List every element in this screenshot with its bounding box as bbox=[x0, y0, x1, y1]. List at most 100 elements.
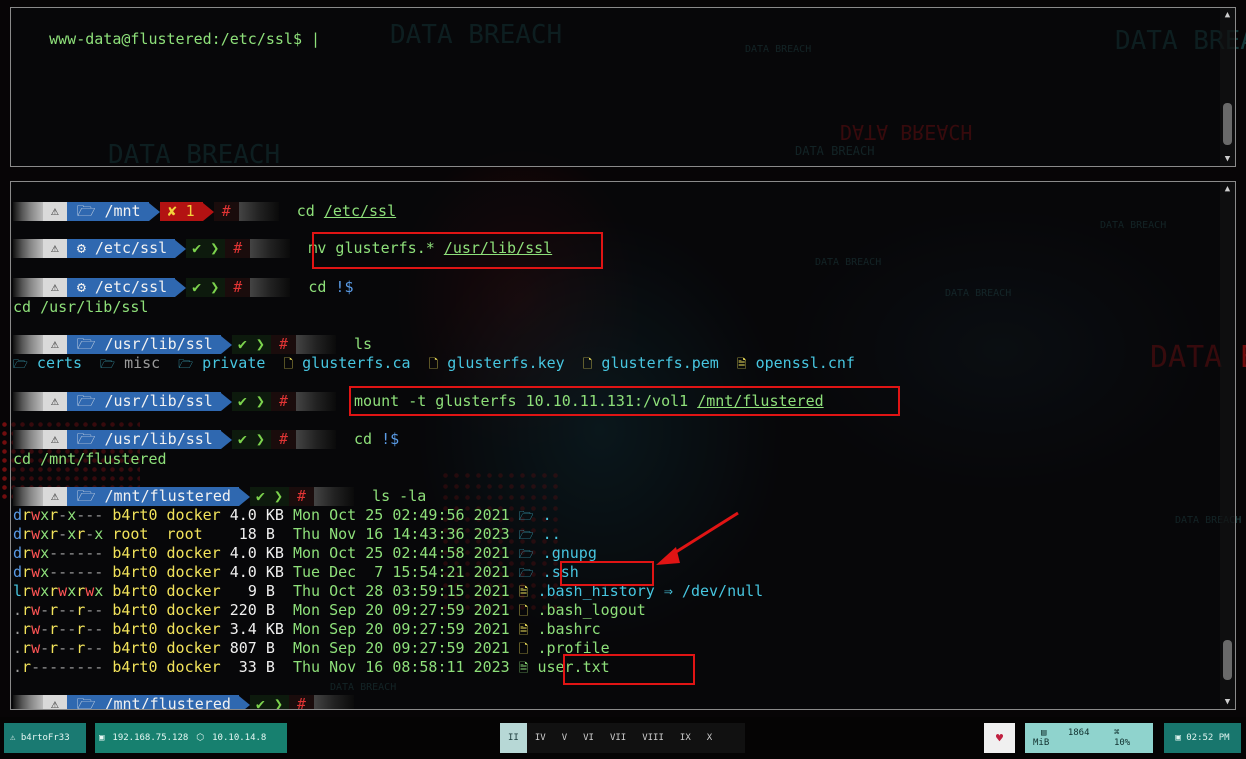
terminal-pane-main[interactable]: ⚠ 🗁 /mnt ✘ 1 # cd /etc/ssl ⚠ ⚙ /etc/ssl ✔ ❯ # m… bbox=[10, 181, 1236, 710]
command-echo: cd /usr/lib/ssl bbox=[13, 298, 149, 316]
date-time: 03:59:15 bbox=[392, 582, 465, 600]
file-name: private bbox=[202, 354, 266, 372]
scroll-thumb[interactable] bbox=[1223, 103, 1232, 145]
date-dow: Tue bbox=[292, 563, 321, 581]
file-group: docker bbox=[166, 506, 221, 524]
date-dow: Thu bbox=[292, 582, 321, 600]
listing-row: drwxr-x--- b4rt0 docker 4.0 KB Mon Oct 2… bbox=[13, 506, 552, 525]
file-icon: 🗁 bbox=[100, 357, 116, 371]
prompt-tail bbox=[295, 392, 336, 411]
heart-icon[interactable]: ♥ bbox=[984, 723, 1015, 753]
file-type: . bbox=[13, 601, 23, 619]
cpu-usage: 10% bbox=[1113, 738, 1131, 748]
workspace-vii[interactable]: VII bbox=[602, 723, 634, 753]
shell-prompt: ⚠ ⚙ /etc/ssl ✔ ❯ # bbox=[13, 239, 291, 258]
check-icon: ✔ bbox=[192, 239, 202, 257]
file-size-unit: KB bbox=[265, 506, 284, 524]
date-day: 25 bbox=[365, 544, 384, 562]
date-year: 2023 bbox=[473, 525, 510, 543]
date-day: 28 bbox=[365, 582, 384, 600]
scroll-up-icon[interactable]: ▲ bbox=[1220, 182, 1235, 196]
os-icon: ⚠ bbox=[43, 430, 67, 449]
workspace-vi[interactable]: VI bbox=[575, 723, 602, 753]
taskbar: ⚠ b4rtoFr33 ▣ 192.168.75.128 ⬡ 10.10.14.8 … bbox=[0, 717, 1246, 759]
cpu-icon: ⌘ bbox=[1113, 728, 1120, 738]
system-monitor[interactable]: ▤ 1864 MiB ⌘ 10% bbox=[1025, 723, 1153, 753]
directory-path: /etc/ssl bbox=[94, 278, 168, 296]
shell-prompt: ⚠ 🗁 /usr/lib/ssl ✔ ❯ # bbox=[13, 335, 336, 354]
ls-entry: 🗁 private bbox=[178, 354, 265, 372]
date-dow: Thu bbox=[292, 525, 321, 543]
file-size: 4.0 bbox=[229, 544, 257, 562]
scroll-thumb[interactable] bbox=[1223, 640, 1232, 680]
prompt-tail bbox=[250, 278, 291, 297]
file-icon: 🗁 bbox=[178, 357, 194, 371]
date-time: 02:44:58 bbox=[392, 544, 465, 562]
file-name: .. bbox=[542, 525, 561, 543]
date-year: 2021 bbox=[473, 601, 510, 619]
listing-row: drwx------ b4rt0 docker 4.0 KB Tue Dec 7… bbox=[13, 563, 579, 582]
os-icon: ⚠ bbox=[43, 695, 67, 709]
terminal-pane-top[interactable]: www-data@flustered:/etc/ssl$ | ▲ ▼ bbox=[10, 7, 1236, 167]
check-icon: ✔ bbox=[255, 695, 265, 710]
command-text: cd bbox=[308, 278, 327, 296]
command-line: ⚠ 🗁 /usr/lib/ssl ✔ ❯ # cd !$ bbox=[13, 430, 399, 449]
date-month: Sep bbox=[329, 620, 357, 638]
date-dow: Mon bbox=[292, 639, 321, 657]
user-widget[interactable]: ⚠ b4rtoFr33 bbox=[4, 723, 86, 753]
network-widget[interactable]: ▣ 192.168.75.128 ⬡ 10.10.14.8 bbox=[95, 723, 287, 753]
file-group: docker bbox=[166, 639, 221, 657]
workspace-viii[interactable]: VIII bbox=[634, 723, 672, 753]
file-permissions: rwxr-x--- bbox=[22, 506, 104, 524]
file-size-unit: B bbox=[265, 658, 275, 676]
error-icon: ✘ bbox=[167, 202, 177, 220]
date-time: 09:27:59 bbox=[392, 620, 465, 638]
scroll-up-icon[interactable]: ▲ bbox=[1220, 8, 1235, 22]
workspace-switcher: II IV V VI VII VIII IX X bbox=[500, 723, 745, 753]
date-time: 02:49:56 bbox=[392, 506, 465, 524]
check-icon: ✔ bbox=[255, 487, 265, 505]
prompt-fade bbox=[13, 695, 43, 709]
shell-prompt: ⚠ 🗁 /mnt ✘ 1 # bbox=[13, 202, 279, 221]
clock-widget[interactable]: ▣ 02:52 PM bbox=[1164, 723, 1241, 753]
file-group: docker bbox=[166, 658, 221, 676]
file-icon: 🗁 bbox=[13, 357, 28, 371]
listing-row: .r-------- b4rt0 docker 33 B Thu Nov 16 … bbox=[13, 658, 610, 677]
workspace-ix[interactable]: IX bbox=[672, 723, 699, 753]
file-owner: b4rt0 bbox=[112, 620, 158, 638]
scrollbar[interactable]: ▲ ▼ bbox=[1220, 182, 1235, 709]
file-date: Mon Sep 20 09:27:59 2021 bbox=[293, 639, 510, 657]
workspace-v[interactable]: V bbox=[554, 723, 575, 753]
folder-icon: 🗁 bbox=[76, 335, 96, 353]
file-name: .gnupg bbox=[542, 544, 597, 562]
date-dow: Mon bbox=[292, 601, 321, 619]
prompt-tail bbox=[314, 487, 355, 506]
scroll-down-icon[interactable]: ▼ bbox=[1220, 695, 1235, 709]
exit-status-ok: ✔ ❯ bbox=[249, 487, 289, 506]
prompt-directory: 🗁 /mnt bbox=[66, 202, 149, 221]
date-year: 2021 bbox=[473, 563, 510, 581]
prompt-tail bbox=[295, 335, 336, 354]
date-day: 20 bbox=[365, 620, 384, 638]
file-size-unit: KB bbox=[265, 563, 284, 581]
file-name: glusterfs.pem bbox=[601, 354, 719, 372]
date-month: Dec bbox=[329, 563, 357, 581]
workspace-ii[interactable]: II bbox=[500, 723, 527, 753]
shell-prompt: ⚠ ⚙ /etc/ssl ✔ ❯ # bbox=[13, 278, 291, 297]
folder-icon: 🗁 bbox=[76, 487, 96, 505]
directory-path: /usr/lib/ssl bbox=[104, 430, 213, 448]
os-icon: ⚠ bbox=[43, 392, 67, 411]
file-type: d bbox=[13, 544, 23, 562]
date-year: 2021 bbox=[473, 582, 510, 600]
file-size: 9 bbox=[247, 582, 257, 600]
date-year: 2023 bbox=[473, 658, 510, 676]
workspace-x[interactable]: X bbox=[699, 723, 720, 753]
folder-icon: ⚙ bbox=[76, 239, 86, 257]
exit-status-ok: ✔ ❯ bbox=[231, 430, 271, 449]
date-time: 14:43:36 bbox=[392, 525, 465, 543]
workspace-iv[interactable]: IV bbox=[527, 723, 554, 753]
scrollbar[interactable]: ▲ ▼ bbox=[1220, 8, 1235, 166]
scroll-down-icon[interactable]: ▼ bbox=[1220, 152, 1235, 166]
file-icon: 🗋 bbox=[582, 357, 593, 371]
file-date: Tue Dec 7 15:54:21 2021 bbox=[293, 563, 510, 581]
